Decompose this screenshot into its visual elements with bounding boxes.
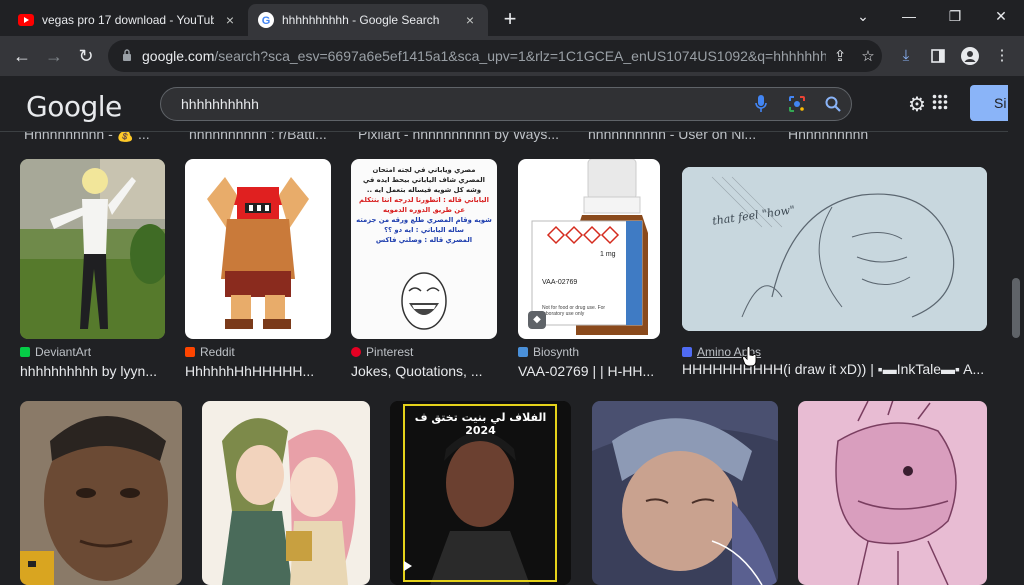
source-name: Reddit (200, 345, 235, 359)
result-thumbnail[interactable] (20, 159, 165, 339)
result-title-cut[interactable]: Hhhhhhhhhh - 💰 ... (24, 132, 150, 143)
tab-title: hhhhhhhhhh - Google Search (282, 13, 440, 27)
result-thumbnail[interactable]: VAA-02769 1 mg Not for food or drug use.… (518, 159, 660, 339)
profile-icon[interactable] (958, 44, 982, 68)
result-thumbnail[interactable] (202, 401, 370, 585)
result-title[interactable]: HHHHHHHHHH(i draw it xD)) | ▪▬InkTale▬▪ … (682, 361, 987, 377)
side-panel-icon[interactable] (926, 44, 950, 68)
voice-search-icon[interactable] (743, 91, 779, 118)
download-icon[interactable]: ⤓ (894, 44, 918, 68)
close-tab-icon[interactable]: × (462, 12, 478, 28)
close-window-button[interactable]: ✕ (984, 6, 1018, 26)
new-tab-button[interactable]: + (498, 8, 522, 32)
result-title-cut[interactable]: Pixilart - hhhhhhhhhh by Ways... (358, 132, 559, 142)
google-logo[interactable]: Google (26, 90, 122, 123)
video-caption: الفلاف لي بنيت تختق ف 2024 (414, 411, 547, 437)
meme-text: مصري وياباني في لجنه امتحان المصري شاف ا… (356, 166, 492, 244)
source-name: DeviantArt (35, 345, 92, 359)
result-title-cut[interactable]: hhhhhhhhhh - User on Ni... (588, 132, 756, 142)
search-box[interactable] (160, 87, 852, 121)
result-thumbnail[interactable] (185, 159, 331, 339)
scrollbar-thumb[interactable] (1012, 278, 1020, 338)
close-tab-icon[interactable]: × (222, 12, 238, 28)
result-title[interactable]: HhhhhhHhHHHHH... (185, 363, 331, 379)
youtube-icon (18, 12, 34, 28)
image-result-card[interactable] (592, 401, 778, 585)
apps-grid-icon[interactable] (932, 94, 948, 115)
result-source[interactable]: DeviantArt (20, 345, 165, 359)
result-title[interactable]: VAA-02769 | | H-HH... (518, 363, 660, 379)
image-result-card[interactable] (202, 401, 370, 585)
image-result-card[interactable]: VAA-02769 1 mg Not for food or drug use.… (518, 159, 660, 379)
amino-icon (682, 347, 692, 357)
result-thumbnail[interactable] (592, 401, 778, 585)
image-results: Hhhhhhhhhh - 💰 ... hhhhhhhhhh : r/Battl.… (0, 132, 1008, 585)
source-name: Biosynth (533, 345, 580, 359)
reload-icon[interactable]: ↻ (74, 44, 98, 68)
result-thumbnail[interactable]: that feel "how" (682, 167, 987, 331)
url-text: google.com/search?sca_esv=6697a6e5ef1415… (142, 48, 826, 64)
vial-note: Not for food or drug use. For laboratory… (542, 305, 606, 317)
result-thumbnail[interactable] (20, 401, 182, 585)
lock-icon (112, 48, 142, 64)
search-input[interactable] (181, 96, 743, 112)
vial-dose: 1 mg (600, 251, 616, 258)
result-source[interactable]: Amino Apps (682, 345, 987, 359)
result-title-cut[interactable]: Hhhhhhhhhh (788, 132, 868, 142)
product-tag-icon: ◆ (528, 311, 546, 329)
result-thumbnail[interactable] (798, 401, 987, 585)
meme-face-image (401, 272, 447, 330)
google-header: Google ⚙ Si (0, 76, 1024, 132)
browser-toolbar: ← → ↻ google.com/search?sca_esv=6697a6e5… (0, 36, 1024, 76)
bookmark-star-icon[interactable]: ☆ (854, 47, 882, 65)
hand-cursor-icon (742, 347, 757, 367)
vial-code: VAA-02769 (542, 279, 578, 286)
result-source[interactable]: Pinterest (351, 345, 497, 359)
image-result-card[interactable]: Reddit HhhhhhHhHHHHH... (185, 159, 331, 379)
result-thumbnail[interactable]: الفلاف لي بنيت تختق ف 2024 (390, 401, 571, 585)
image-result-card[interactable]: مصري وياباني في لجنه امتحان المصري شاف ا… (351, 159, 497, 379)
back-icon[interactable]: ← (10, 44, 34, 68)
result-source[interactable]: Biosynth (518, 345, 660, 359)
google-icon: G (258, 12, 274, 28)
restore-button[interactable]: ❐ (938, 6, 972, 26)
deviantart-icon (20, 347, 30, 357)
search-icon[interactable] (815, 92, 851, 117)
image-result-card[interactable]: DeviantArt hhhhhhhhhh by lyyn... (20, 159, 165, 379)
biosynth-icon (518, 347, 528, 357)
result-title[interactable]: hhhhhhhhhh by lyyn... (20, 363, 165, 379)
forward-icon[interactable]: → (42, 44, 66, 68)
pinterest-icon (351, 347, 361, 357)
image-result-card[interactable] (20, 401, 182, 585)
source-name: Pinterest (366, 345, 414, 359)
result-title-cut[interactable]: hhhhhhhhhh : r/Battl... (189, 132, 327, 142)
tab-strip: vegas pro 17 download - YouTube × G hhhh… (0, 0, 1024, 36)
address-bar[interactable]: google.com/search?sca_esv=6697a6e5ef1415… (108, 40, 882, 72)
reddit-icon (185, 347, 195, 357)
share-icon[interactable]: ⇪ (826, 47, 854, 65)
lens-icon[interactable] (779, 91, 815, 118)
result-source[interactable]: Reddit (185, 345, 331, 359)
result-thumbnail[interactable]: مصري وياباني في لجنه امتحان المصري شاف ا… (351, 159, 497, 339)
minimize-button[interactable]: — (892, 6, 926, 26)
result-title[interactable]: Jokes, Quotations, ... (351, 363, 497, 379)
svg-text:G: G (262, 15, 271, 27)
tab-search-dropdown-icon[interactable]: ⌄ (846, 6, 880, 26)
image-result-card[interactable]: الفلاف لي بنيت تختق ف 2024 (390, 401, 571, 585)
tab-youtube[interactable]: vegas pro 17 download - YouTube × (8, 4, 248, 36)
kebab-menu-icon[interactable]: ⋮ (990, 44, 1014, 68)
image-result-card[interactable] (798, 401, 987, 585)
tab-google-search[interactable]: G hhhhhhhhhh - Google Search × (248, 4, 488, 36)
image-result-card[interactable]: that feel "how" Amino Apps HHHHHHHHHH(i … (682, 167, 987, 377)
tab-title: vegas pro 17 download - YouTube (42, 13, 214, 27)
